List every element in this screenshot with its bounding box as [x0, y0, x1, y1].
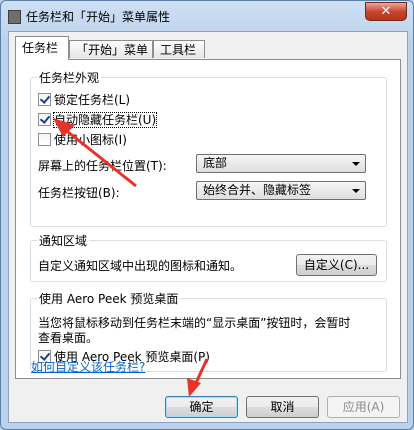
- annotation-arrow-ok: [187, 358, 209, 397]
- tab-taskbar[interactable]: 任务栏: [15, 36, 69, 60]
- annotation-arrow-autohide: [53, 118, 137, 188]
- properties-window: 任务栏和「开始」菜单属性 ✕ 任务栏 「开始」菜单 工具栏 任务栏外观 锁定任务…: [0, 0, 414, 430]
- annotation-arrows: [53, 118, 209, 397]
